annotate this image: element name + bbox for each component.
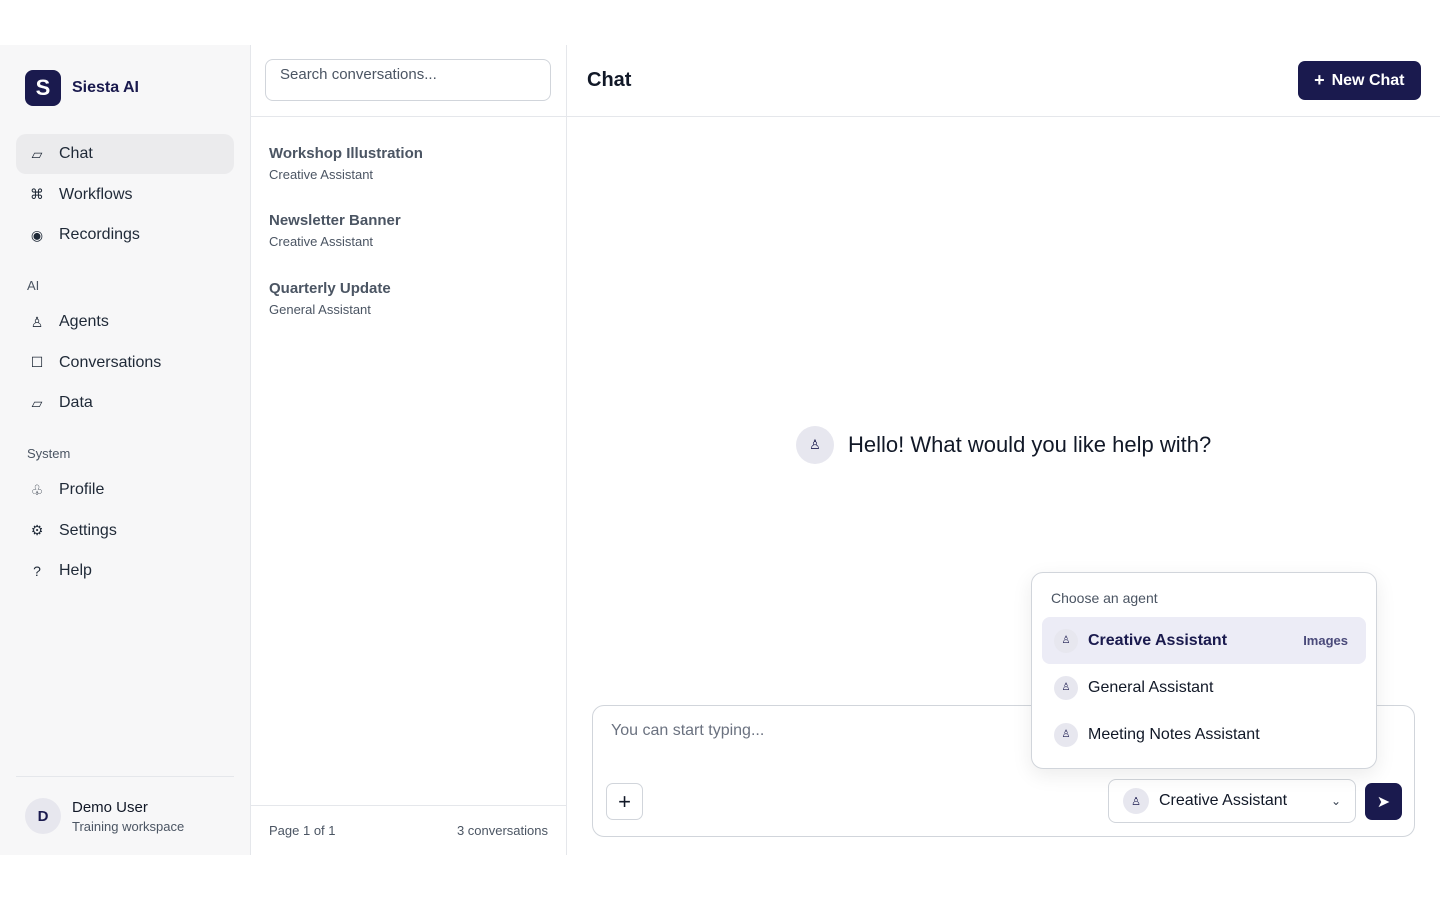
search-input[interactable] — [265, 59, 551, 101]
chat-header: Chat + New Chat — [567, 45, 1440, 117]
brand-name: Siesta AI — [72, 79, 139, 96]
user-menu[interactable]: D Demo User Training workspace — [16, 776, 234, 855]
nav-section-system: System — [27, 446, 71, 461]
new-chat-label: New Chat — [1331, 71, 1405, 89]
attach-button[interactable]: + — [606, 783, 643, 820]
greeting-message: ♙ Hello! What would you like help with? — [796, 426, 1211, 464]
conversation-agent: Creative Assistant — [269, 167, 374, 182]
sidebar-item-label: Conversations — [59, 353, 162, 371]
agent-option-label: Meeting Notes Assistant — [1088, 725, 1260, 743]
help-icon: ? — [33, 563, 41, 579]
sidebar-item-agents[interactable]: ♙ Agents — [16, 302, 234, 342]
square-icon: ☐ — [30, 354, 44, 370]
send-icon: ➤ — [1376, 793, 1391, 811]
sidebar-item-label: Chat — [59, 145, 93, 162]
sidebar-item-help[interactable]: ? Help — [16, 551, 234, 591]
agent-select-value: Creative Assistant — [1159, 792, 1288, 809]
user-info: Demo User Training workspace — [72, 799, 184, 834]
chat-main: Chat + New Chat ♙ Hello! What would you … — [567, 45, 1440, 855]
brand[interactable]: S Siesta AI — [16, 45, 234, 131]
nav-section-ai: AI — [27, 278, 40, 293]
dropdown-heading: Choose an agent — [1051, 590, 1158, 606]
page-indicator: Page 1 of 1 — [269, 823, 336, 838]
nav-ai: ♙ Agents ☐ Conversations ▱ Data — [16, 302, 234, 423]
sidebar-item-profile[interactable]: ♧ Profile — [16, 470, 234, 510]
chat-icon: ▱ — [31, 145, 43, 162]
nav-system: ♧ Profile ⚙ Settings ? Help — [16, 470, 234, 591]
agent-icon: ♙ — [1054, 722, 1078, 747]
agent-option-label: Creative Assistant — [1088, 631, 1228, 649]
nav-main: ▱ Chat ⌘ Workflows ◉ Recordings — [16, 134, 234, 255]
brand-logo: S — [25, 70, 61, 106]
sidebar-item-chat[interactable]: ▱ Chat — [16, 134, 234, 174]
page-title: Chat — [587, 69, 632, 91]
agent-dropdown: Choose an agent ♙ Creative Assistant Ima… — [1031, 572, 1377, 769]
conversation-agent: General Assistant — [269, 302, 371, 317]
sidebar-item-label: Help — [59, 562, 92, 579]
conversation-footer: Page 1 of 1 3 conversations — [251, 805, 566, 855]
avatar: D — [25, 798, 61, 834]
agent-option-meeting-notes-assistant[interactable]: ♙ Meeting Notes Assistant — [1042, 711, 1366, 758]
send-button[interactable]: ➤ — [1365, 783, 1402, 820]
plus-icon: + — [618, 788, 631, 814]
user-workspace: Training workspace — [72, 818, 185, 834]
conversation-title: Workshop Illustration — [269, 145, 423, 162]
sidebar-item-label: Workflows — [59, 185, 133, 203]
conversation-item[interactable]: Quarterly Update General Assistant — [251, 254, 566, 323]
data-icon: ▱ — [31, 394, 43, 411]
new-chat-button[interactable]: + New Chat — [1298, 61, 1421, 100]
agent-icon: ♙ — [1054, 628, 1078, 653]
conversation-item[interactable]: Newsletter Banner Creative Assistant — [251, 186, 566, 255]
agent-option-general-assistant[interactable]: ♙ General Assistant — [1042, 664, 1366, 711]
agent-option-badge: Images — [1303, 633, 1348, 648]
greeting-text: Hello! What would you like help with? — [848, 432, 1212, 457]
agent-select[interactable]: ♙ Creative Assistant ⌄ — [1108, 779, 1356, 823]
sidebar-item-label: Agents — [59, 313, 109, 330]
app-window: S Siesta AI ▱ Chat ⌘ Workflows ◉ Recordi… — [0, 45, 1440, 855]
agent-icon: ♙ — [1123, 788, 1149, 814]
agent-option-creative-assistant[interactable]: ♙ Creative Assistant Images — [1042, 617, 1366, 664]
sidebar-item-conversations[interactable]: ☐ Conversations — [16, 343, 234, 383]
sidebar-item-workflows[interactable]: ⌘ Workflows — [16, 175, 234, 215]
conversation-title: Quarterly Update — [269, 280, 391, 297]
agent-icon: ♙ — [30, 313, 44, 330]
record-icon: ◉ — [30, 226, 44, 243]
sidebar-item-data[interactable]: ▱ Data — [16, 383, 234, 423]
conversation-list: Workshop Illustration Creative Assistant… — [251, 117, 566, 323]
conversation-list-panel: Workshop Illustration Creative Assistant… — [251, 45, 567, 855]
sidebar-item-label: Profile — [59, 481, 105, 498]
sidebar: S Siesta AI ▱ Chat ⌘ Workflows ◉ Recordi… — [0, 45, 251, 855]
conversation-count: 3 conversations — [456, 823, 548, 838]
sidebar-item-label: Recordings — [59, 226, 140, 243]
profile-icon: ♧ — [30, 481, 44, 498]
chevron-down-icon: ⌄ — [1330, 794, 1341, 808]
conversation-title: Newsletter Banner — [269, 211, 401, 229]
sidebar-item-label: Settings — [59, 521, 117, 539]
gear-icon: ⚙ — [30, 522, 44, 538]
user-name: Demo User — [72, 798, 148, 816]
agent-icon: ♙ — [1054, 675, 1078, 700]
sidebar-item-label: Data — [59, 394, 93, 411]
sidebar-item-settings[interactable]: ⚙ Settings — [16, 511, 234, 551]
plus-icon: + — [1314, 70, 1325, 90]
command-icon: ⌘ — [30, 186, 44, 202]
conversation-agent: Creative Assistant — [269, 233, 374, 249]
conversation-item[interactable]: Workshop Illustration Creative Assistant — [251, 117, 566, 186]
agent-option-label: General Assistant — [1088, 678, 1214, 696]
agent-icon: ♙ — [796, 426, 834, 464]
sidebar-item-recordings[interactable]: ◉ Recordings — [16, 215, 234, 255]
search-bar — [251, 45, 566, 117]
